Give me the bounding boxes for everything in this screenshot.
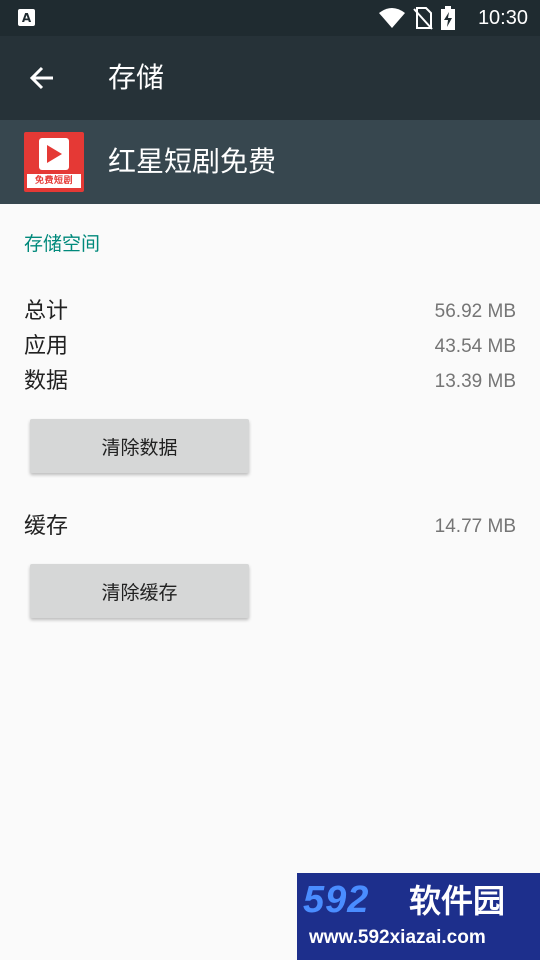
storage-row-value: 56.92 MB	[434, 301, 516, 322]
app-bar: 存储	[0, 36, 540, 120]
page-title: 存储	[108, 61, 165, 94]
back-button[interactable]	[20, 58, 64, 98]
notification-icon: A	[18, 9, 35, 26]
arrow-left-icon	[29, 66, 53, 90]
storage-row-label: 总计	[24, 299, 69, 324]
clear-data-button[interactable]: 清除数据	[30, 419, 249, 473]
no-sim-icon	[413, 7, 433, 30]
clear-cache-button[interactable]: 清除缓存	[30, 564, 249, 618]
watermark-logo: 592 软件园 www.592xiazai.com	[297, 873, 540, 960]
storage-row-total: 总计 56.92 MB	[24, 296, 516, 330]
storage-row-label: 应用	[24, 334, 69, 359]
app-icon-tag: 免费短剧	[27, 174, 81, 188]
storage-row-cache: 缓存 14.77 MB	[24, 511, 516, 545]
watermark-url: www.592xiazai.com	[309, 927, 486, 948]
storage-row-data: 数据 13.39 MB	[24, 366, 516, 400]
watermark-number: 592	[303, 879, 370, 921]
storage-row-label: 数据	[24, 369, 69, 394]
wifi-icon	[379, 8, 405, 28]
app-name: 红星短剧免费	[108, 145, 277, 178]
app-header: 免费短剧 红星短剧免费	[0, 120, 540, 204]
storage-row-value: 43.54 MB	[434, 336, 516, 357]
battery-charging-icon	[441, 6, 455, 30]
status-time: 10:30	[477, 7, 528, 29]
play-icon	[39, 138, 69, 170]
storage-row-label: 缓存	[24, 514, 69, 539]
storage-section-title: 存储空间	[24, 233, 101, 255]
storage-row-app: 应用 43.54 MB	[24, 331, 516, 365]
watermark-chinese: 软件园	[409, 882, 506, 920]
storage-row-value: 13.39 MB	[434, 371, 516, 392]
app-icon: 免费短剧	[24, 132, 84, 192]
status-icons	[378, 6, 456, 30]
storage-row-value: 14.77 MB	[434, 516, 516, 537]
status-bar: A 10:30	[0, 0, 540, 36]
